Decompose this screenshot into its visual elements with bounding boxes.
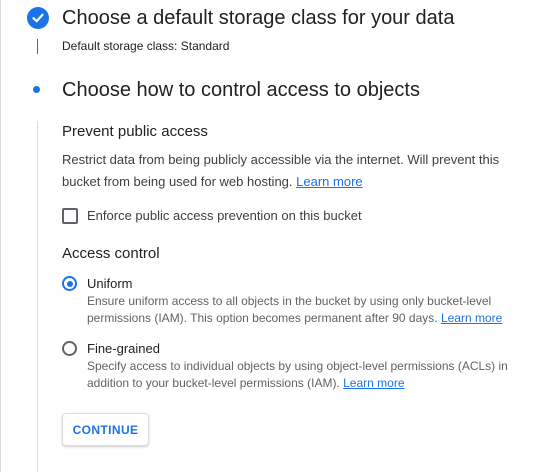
- prevent-public-access-heading: Prevent public access: [62, 123, 208, 140]
- access-control-heading: Access control: [62, 245, 160, 262]
- uniform-learn-more-link[interactable]: Learn more: [441, 311, 502, 325]
- uniform-radio[interactable]: [62, 276, 77, 291]
- check-circle-icon: [27, 7, 49, 29]
- step2-rail: [37, 121, 38, 472]
- current-step-dot-icon: [33, 86, 40, 93]
- uniform-label[interactable]: Uniform: [87, 276, 133, 292]
- step2-title: Choose how to control access to objects: [62, 79, 420, 101]
- continue-button[interactable]: CONTINUE: [62, 413, 149, 446]
- fine-grained-description-text: Specify access to individual objects by …: [87, 359, 508, 390]
- fine-grained-description: Specify access to individual objects by …: [87, 358, 517, 392]
- fine-grained-radio[interactable]: [62, 341, 77, 356]
- step1-rail: [37, 39, 38, 54]
- fine-grained-label[interactable]: Fine-grained: [87, 341, 160, 357]
- prevent-public-access-description: Restrict data from being publicly access…: [62, 149, 512, 193]
- step1-summary: Default storage class: Standard: [62, 39, 229, 53]
- enforce-public-access-prevention-label[interactable]: Enforce public access prevention on this…: [87, 208, 362, 224]
- enforce-public-access-prevention-checkbox[interactable]: [62, 208, 78, 224]
- prevent-description-text: Restrict data from being publicly access…: [62, 152, 500, 189]
- enforce-public-access-prevention-row[interactable]: Enforce public access prevention on this…: [62, 208, 362, 224]
- storage-class-value: Standard: [180, 39, 230, 53]
- uniform-description: Ensure uniform access to all objects in …: [87, 293, 517, 327]
- prevent-learn-more-link[interactable]: Learn more: [296, 174, 362, 189]
- uniform-description-text: Ensure uniform access to all objects in …: [87, 294, 492, 325]
- fine-grained-learn-more-link[interactable]: Learn more: [343, 376, 404, 390]
- checkmark-icon: [32, 13, 44, 23]
- panel-left-border: [0, 0, 1, 472]
- storage-class-label: Default storage class:: [62, 39, 178, 53]
- step1-title[interactable]: Choose a default storage class for your …: [62, 6, 454, 30]
